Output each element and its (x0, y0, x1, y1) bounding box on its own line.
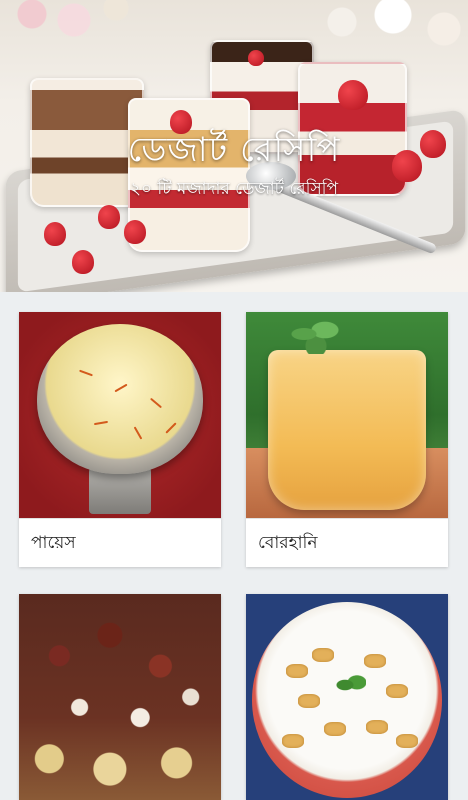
payesh-image (19, 312, 221, 518)
borhani-image (246, 312, 448, 518)
recipe-card-borhani[interactable]: বোরহানি (246, 312, 448, 567)
strawberry (338, 80, 368, 110)
header-banner: ডেজার্ট রেসিপি ২০ টি মজাদার ডেজার্ট রেসি… (0, 0, 468, 292)
app-subtitle: ২০ টি মজাদার ডেজার্ট রেসিপি (129, 179, 339, 199)
recipe-card[interactable] (19, 594, 221, 800)
flower-decoration (308, 0, 468, 64)
strawberry (124, 220, 146, 244)
flower-decoration (0, 0, 130, 50)
strawberry (98, 205, 120, 229)
strawberry (72, 250, 94, 274)
app-title: ডেজার্ট রেসিপি (127, 130, 341, 170)
recipe-card-label: পায়েস (19, 518, 221, 567)
strawberry (248, 50, 264, 66)
chaat-image (19, 594, 221, 800)
strawberry (44, 222, 66, 246)
recipe-card[interactable] (246, 594, 448, 800)
recipe-card-label: বোরহানি (246, 518, 448, 567)
doi-chira-image (246, 594, 448, 800)
recipe-card-payesh[interactable]: পায়েস (19, 312, 221, 567)
